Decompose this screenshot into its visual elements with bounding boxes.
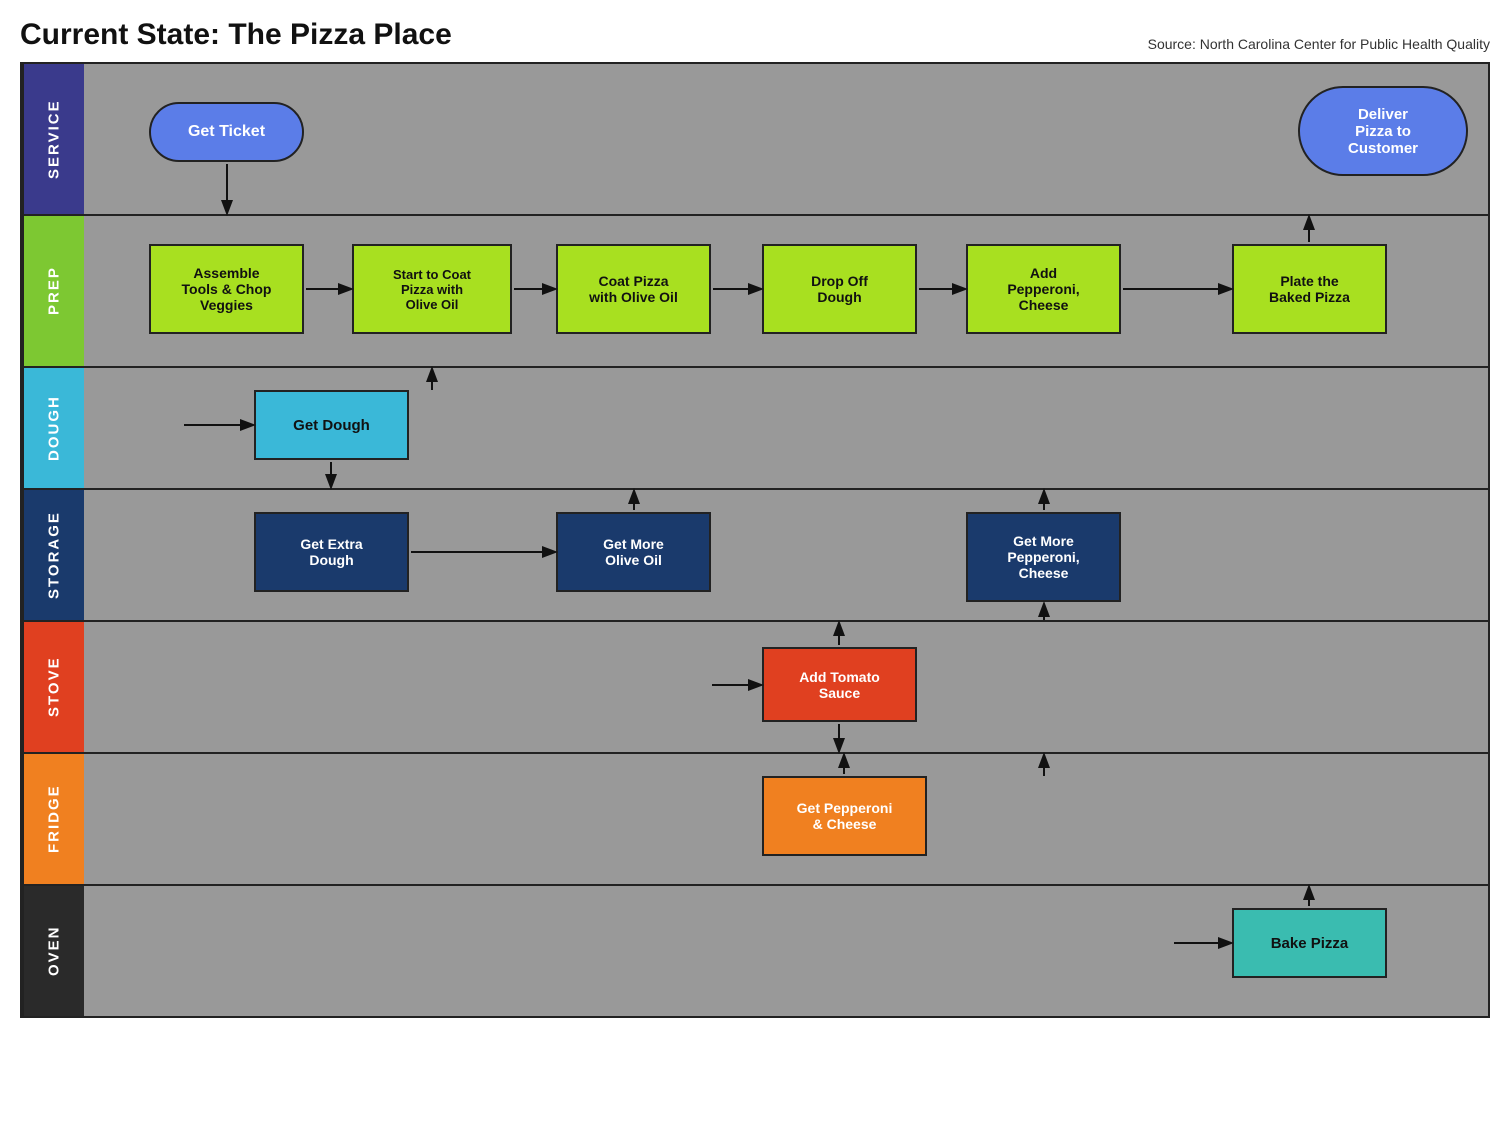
lane-dough-row: DOUGH Get Dough — [22, 368, 1488, 490]
lane-stove-content: Add Tomato Sauce — [84, 622, 1488, 752]
lane-oven-label: OVEN — [22, 886, 84, 1016]
node-get-ticket: Get Ticket — [149, 102, 304, 162]
lane-dough-content: Get Dough — [84, 368, 1488, 488]
lane-service-content: Get Ticket Deliver Pizza to Customer — [84, 64, 1488, 214]
lane-oven-row: OVEN Bake Pizza — [22, 886, 1488, 1016]
node-drop-off-dough: Drop Off Dough — [762, 244, 917, 334]
lane-stove-label: STOVE — [22, 622, 84, 752]
node-bake-pizza: Bake Pizza — [1232, 908, 1387, 978]
lane-fridge-label: FRIDGE — [22, 754, 84, 884]
page: Current State: The Pizza Place Source: N… — [0, 0, 1510, 1038]
lane-dough-label: DOUGH — [22, 368, 84, 488]
header: Current State: The Pizza Place Source: N… — [20, 18, 1490, 52]
node-plate-pizza: Plate the Baked Pizza — [1232, 244, 1387, 334]
node-get-dough: Get Dough — [254, 390, 409, 460]
node-get-pepperoni-cheese: Get Pepperoni & Cheese — [762, 776, 927, 856]
swim-lane-diagram: SERVICE Get Ticket Deliver Pizza to Cust… — [20, 62, 1490, 1018]
lane-fridge-row: FRIDGE Get Pepperoni & Cheese — [22, 754, 1488, 886]
page-title: Current State: The Pizza Place — [20, 18, 452, 52]
node-start-coat: Start to Coat Pizza with Olive Oil — [352, 244, 512, 334]
lane-prep-content: Assemble Tools & Chop Veggies Start to C… — [84, 216, 1488, 366]
node-add-tomato-sauce: Add Tomato Sauce — [762, 647, 917, 722]
node-coat-pizza: Coat Pizza with Olive Oil — [556, 244, 711, 334]
lane-storage-content: Get Extra Dough Get More Olive Oil Get M… — [84, 490, 1488, 620]
lane-service-label: SERVICE — [22, 64, 84, 214]
node-add-pepperoni: Add Pepperoni, Cheese — [966, 244, 1121, 334]
lane-oven-content: Bake Pizza — [84, 886, 1488, 1016]
lane-prep-row: PREP Assemble Tools & Chop Veggies Start… — [22, 216, 1488, 368]
node-get-extra-dough: Get Extra Dough — [254, 512, 409, 592]
node-get-more-pepperoni: Get More Pepperoni, Cheese — [966, 512, 1121, 602]
lane-service-row: SERVICE Get Ticket Deliver Pizza to Cust… — [22, 64, 1488, 216]
node-get-more-olive-oil: Get More Olive Oil — [556, 512, 711, 592]
lane-storage-label: STORAGE — [22, 490, 84, 620]
lane-prep-label: PREP — [22, 216, 84, 366]
lane-storage-row: STORAGE Get Extra Dough Get More Olive O… — [22, 490, 1488, 622]
node-deliver-pizza: Deliver Pizza to Customer — [1298, 86, 1468, 176]
source-credit: Source: North Carolina Center for Public… — [1148, 36, 1490, 52]
lane-stove-row: STOVE Add Tomato Sauce — [22, 622, 1488, 754]
node-assemble-tools: Assemble Tools & Chop Veggies — [149, 244, 304, 334]
lane-fridge-content: Get Pepperoni & Cheese — [84, 754, 1488, 884]
